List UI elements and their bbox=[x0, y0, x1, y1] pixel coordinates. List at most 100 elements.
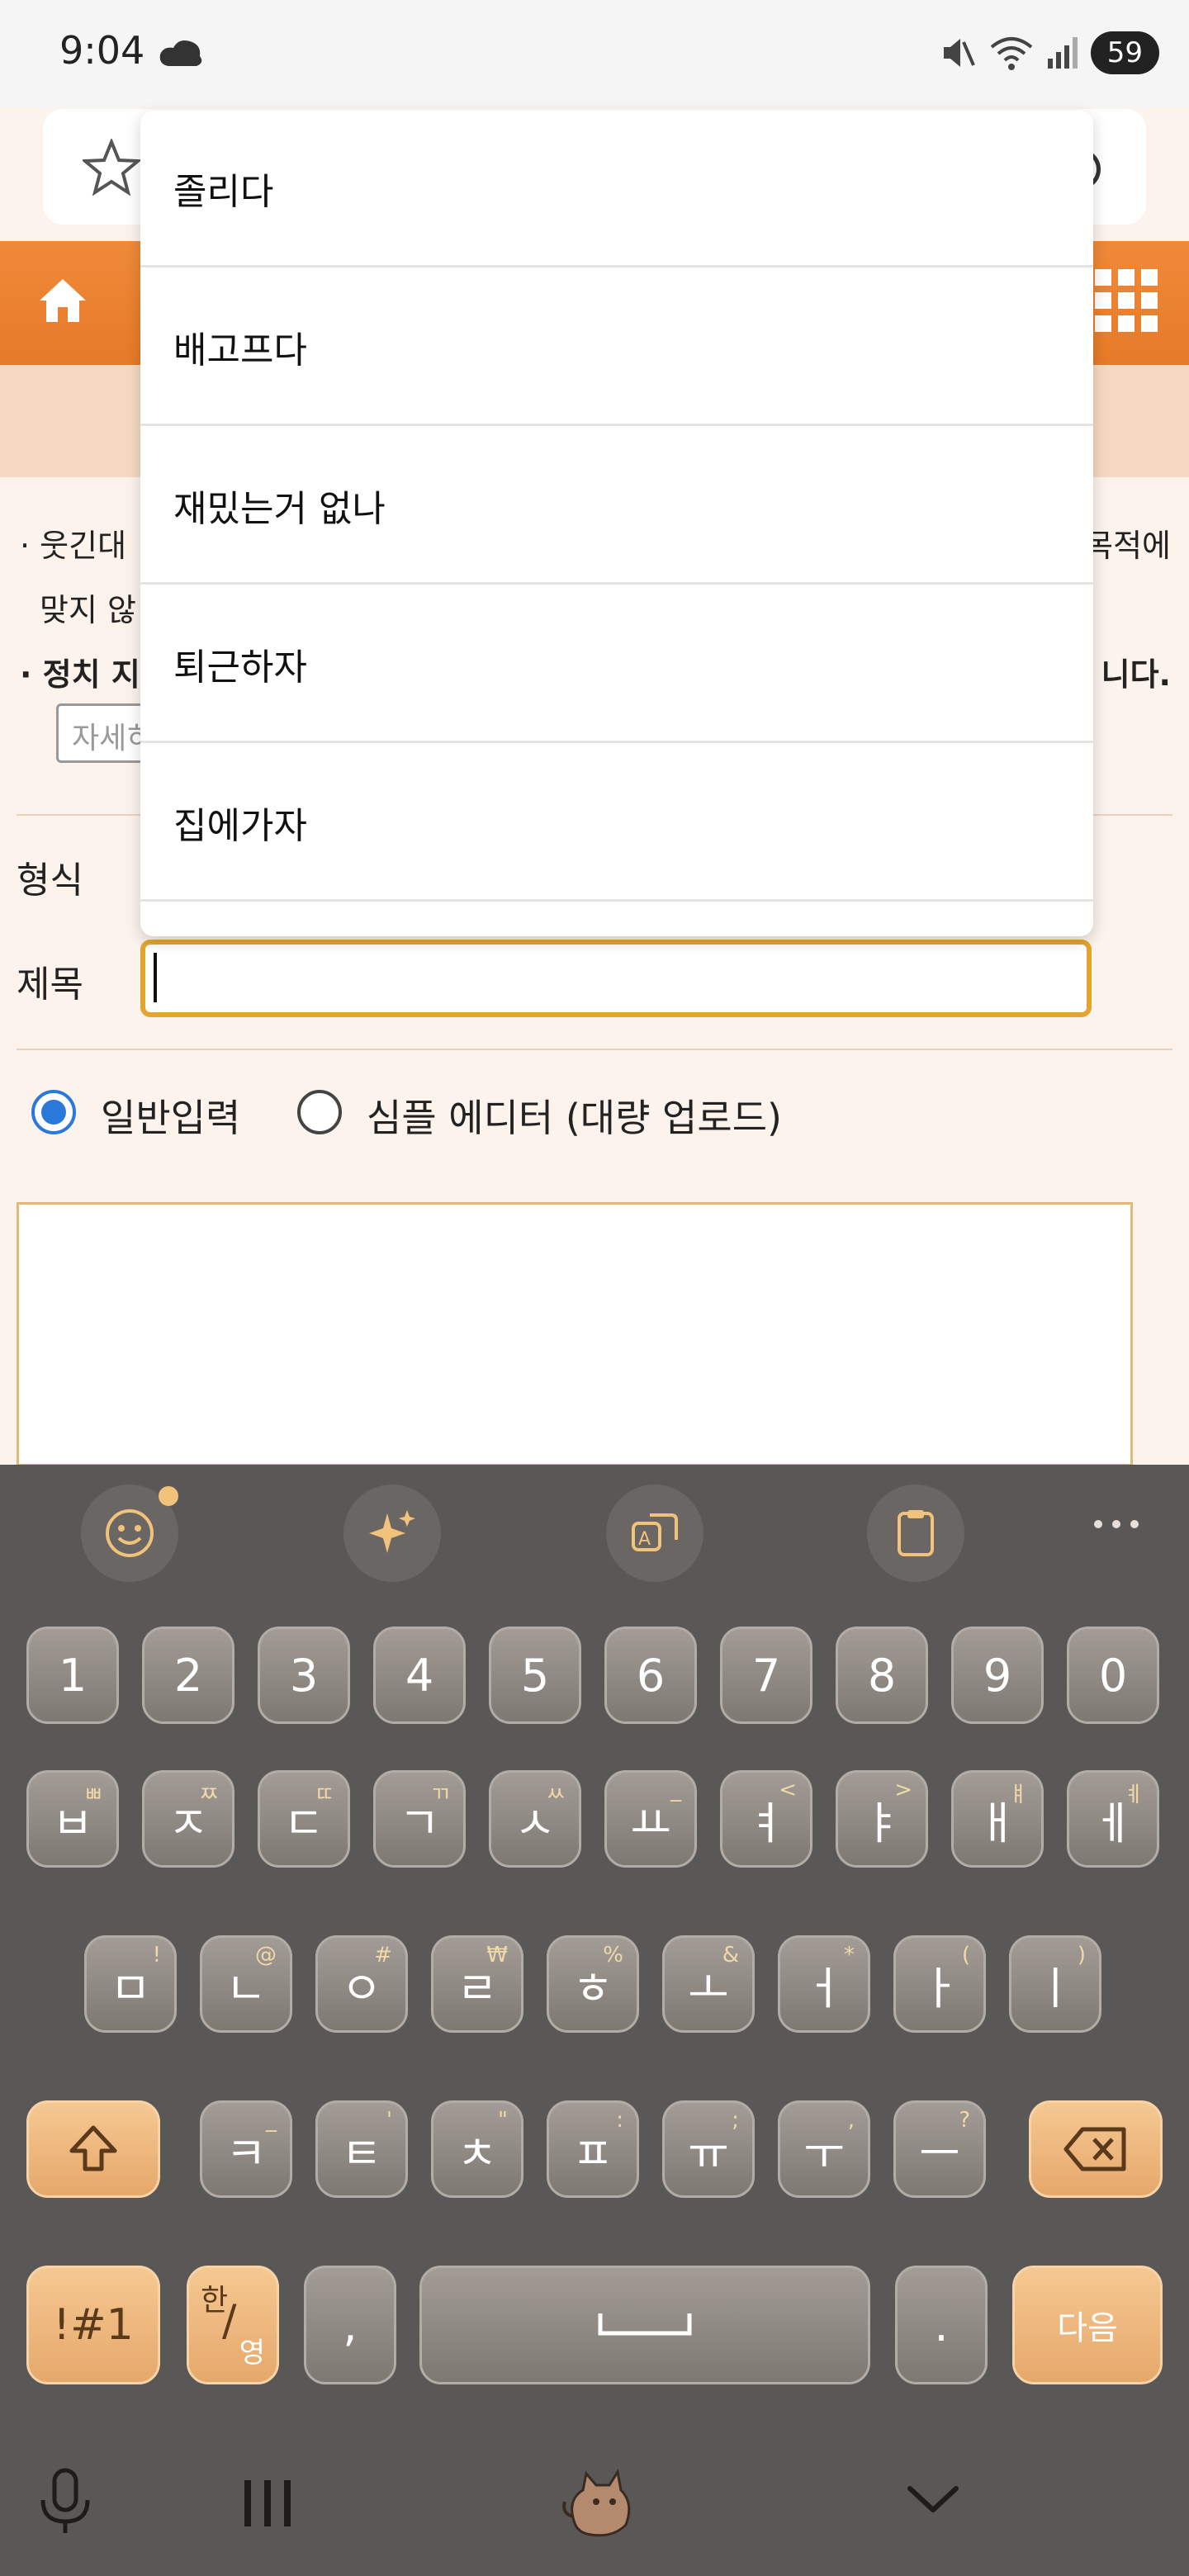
clipboard-icon bbox=[898, 1510, 934, 1556]
key-main: ㅌ bbox=[341, 2127, 382, 2180]
key-sub: ? bbox=[959, 2108, 970, 2133]
notice-line-1: · 웃긴대 bbox=[20, 528, 127, 564]
key-sub: < bbox=[779, 1778, 797, 1802]
star-icon[interactable] bbox=[80, 137, 143, 200]
autocomplete-item[interactable]: 배고프다 bbox=[140, 269, 1093, 426]
key-h[interactable]: ㅎ% bbox=[547, 1935, 639, 2033]
language-toggle-key[interactable]: 한 / 영 bbox=[187, 2266, 279, 2384]
key-yo[interactable]: ㅛ _ bbox=[604, 1770, 697, 1868]
key-main: ㅋ bbox=[225, 2127, 267, 2180]
key-o[interactable]: ㅗ & bbox=[662, 1935, 755, 2033]
notice-line-3-end: 니다. bbox=[1101, 656, 1171, 693]
wifi-icon bbox=[990, 37, 1033, 70]
translate-icon: A bbox=[632, 1513, 678, 1551]
key-eu[interactable]: ㅡ? bbox=[893, 2100, 986, 2198]
key-0[interactable]: 0 bbox=[1067, 1627, 1159, 1724]
key-2[interactable]: 2 bbox=[142, 1627, 234, 1724]
space-key[interactable] bbox=[419, 2266, 870, 2384]
key-3[interactable]: 3 bbox=[258, 1627, 350, 1724]
autocomplete-item[interactable]: 졸리다 bbox=[140, 111, 1093, 268]
key-7[interactable]: 7 bbox=[720, 1627, 812, 1724]
key-ya[interactable]: ㅑ > bbox=[836, 1770, 928, 1868]
cloud-icon bbox=[157, 36, 206, 73]
status-time: 9:04 bbox=[59, 28, 145, 73]
key-a[interactable]: ㅏ( bbox=[893, 1935, 986, 2033]
key-u[interactable]: ㅜ, bbox=[778, 2100, 870, 2198]
key-sub: : bbox=[616, 2108, 623, 2133]
key-sub: * bbox=[844, 1943, 855, 1968]
key-b[interactable]: ㅂㅃ bbox=[26, 1770, 119, 1868]
key-d[interactable]: ㄷㄸ bbox=[258, 1770, 350, 1868]
key-1[interactable]: 1 bbox=[26, 1627, 119, 1724]
grid-menu-icon[interactable] bbox=[1095, 269, 1158, 335]
comma-key[interactable]: , bbox=[304, 2266, 396, 2384]
shift-key[interactable] bbox=[26, 2100, 160, 2198]
key-9[interactable]: 9 bbox=[951, 1627, 1044, 1724]
translate-button[interactable]: A bbox=[606, 1485, 703, 1582]
key-sub: % bbox=[603, 1943, 623, 1968]
key-sub: # bbox=[374, 1943, 392, 1968]
key-sub: > bbox=[894, 1778, 912, 1802]
backspace-icon bbox=[1063, 2127, 1126, 2171]
key-p[interactable]: ㅍ: bbox=[547, 2100, 639, 2198]
key-main: ㅡ bbox=[919, 2127, 960, 2180]
more-options-icon[interactable] bbox=[1092, 1516, 1141, 1536]
key-j[interactable]: ㅈㅉ bbox=[142, 1770, 234, 1868]
key-main: ㅛ bbox=[630, 1797, 671, 1849]
microphone-icon[interactable] bbox=[36, 2467, 94, 2540]
title-input[interactable] bbox=[140, 940, 1092, 1017]
key-8[interactable]: 8 bbox=[836, 1627, 928, 1724]
key-6[interactable]: 6 bbox=[604, 1627, 697, 1724]
radio-simple-label[interactable]: 심플 에디터 (대량 업로드) bbox=[367, 1088, 782, 1143]
key-main: ㅣ bbox=[1035, 1962, 1076, 2015]
key-g[interactable]: ㄱㄲ bbox=[373, 1770, 466, 1868]
key-i[interactable]: ㅣ) bbox=[1009, 1935, 1101, 2033]
key-k[interactable]: ㅋ _ bbox=[200, 2100, 292, 2198]
autocomplete-item[interactable]: 집에가자 bbox=[140, 745, 1093, 902]
space-bar-icon bbox=[598, 2313, 692, 2336]
smiley-icon bbox=[106, 1509, 154, 1557]
key-e[interactable]: ㅔㅖ bbox=[1067, 1770, 1159, 1868]
key-ae[interactable]: ㅐㅒ bbox=[951, 1770, 1044, 1868]
symbols-key[interactable]: !#1 bbox=[26, 2266, 160, 2384]
home-icon[interactable] bbox=[36, 274, 89, 330]
key-eo[interactable]: ㅓ * bbox=[778, 1935, 870, 2033]
recent-apps-icon[interactable] bbox=[239, 2477, 296, 2533]
autocomplete-item[interactable]: 퇴근하자 bbox=[140, 586, 1093, 743]
svg-text:A: A bbox=[638, 1529, 651, 1550]
key-sub: _ bbox=[670, 1778, 681, 1802]
backspace-key[interactable] bbox=[1029, 2100, 1163, 2198]
key-sub: " bbox=[498, 2108, 508, 2133]
key-sub: ( bbox=[961, 1943, 970, 1968]
clipboard-button[interactable] bbox=[867, 1485, 964, 1582]
period-key[interactable]: . bbox=[895, 2266, 988, 2384]
status-icons: 59 bbox=[939, 31, 1159, 74]
key-5[interactable]: 5 bbox=[489, 1627, 581, 1724]
key-yeo[interactable]: ㅕ < bbox=[720, 1770, 812, 1868]
radio-simple-editor[interactable] bbox=[297, 1090, 342, 1134]
autocomplete-item[interactable]: 재밌는거 없나 bbox=[140, 428, 1093, 585]
key-m[interactable]: ㅁ! bbox=[84, 1935, 177, 2033]
key-sub: ㄸ bbox=[315, 1783, 334, 1807]
cat-theme-icon[interactable] bbox=[558, 2459, 641, 2545]
next-key[interactable]: 다음 bbox=[1012, 2266, 1163, 2384]
key-s[interactable]: ㅅㅆ bbox=[489, 1770, 581, 1868]
key-t[interactable]: ㅌ ' bbox=[315, 2100, 408, 2198]
radio-normal-input[interactable] bbox=[31, 1090, 76, 1134]
content-editor[interactable] bbox=[17, 1202, 1133, 1466]
key-ng[interactable]: ㅇ # bbox=[315, 1935, 408, 2033]
key-r[interactable]: ㄹ ₩ bbox=[431, 1935, 523, 2033]
key-sub: @ bbox=[255, 1943, 277, 1968]
hide-keyboard-icon[interactable] bbox=[905, 2484, 961, 2520]
key-yu[interactable]: ㅠ; bbox=[662, 2100, 755, 2198]
key-n[interactable]: ㄴ @ bbox=[200, 1935, 292, 2033]
ai-button[interactable] bbox=[343, 1485, 441, 1582]
key-sub: ; bbox=[732, 2108, 739, 2133]
key-main: ㅊ bbox=[457, 2127, 498, 2180]
radio-normal-label[interactable]: 일반입력 bbox=[101, 1088, 240, 1143]
key-4[interactable]: 4 bbox=[373, 1627, 466, 1724]
key-sub: ! bbox=[152, 1943, 161, 1968]
key-main: ㅓ bbox=[803, 1962, 845, 2015]
key-ch[interactable]: ㅊ " bbox=[431, 2100, 523, 2198]
key-sub: ㅒ bbox=[1008, 1783, 1028, 1807]
